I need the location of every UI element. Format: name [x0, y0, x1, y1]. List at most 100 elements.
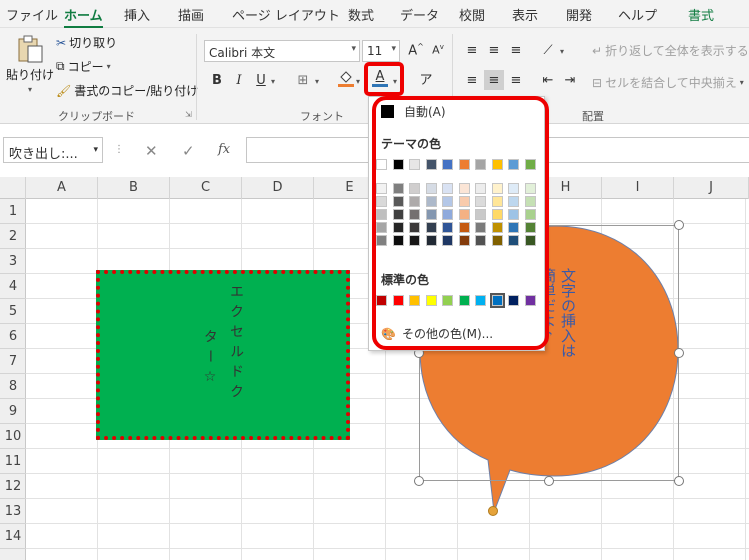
color-swatch[interactable] [508, 222, 519, 233]
chevron-down-icon[interactable]: ▾ [271, 77, 275, 86]
chevron-down-icon[interactable]: ▾ [356, 77, 360, 86]
tab-page-layout[interactable]: ページ レイアウト [232, 5, 340, 24]
color-swatch[interactable] [524, 183, 536, 194]
orientation-button[interactable]: ⟋ [538, 40, 558, 60]
color-swatch[interactable] [376, 235, 387, 246]
check-icon[interactable]: ✓ [182, 142, 195, 160]
font-color-button[interactable]: A [370, 68, 390, 88]
color-swatch[interactable] [376, 159, 387, 170]
tab-draw[interactable]: 描画 [178, 5, 204, 24]
indent-button[interactable]: ⇤ [538, 70, 558, 90]
more-colors-option[interactable]: 🎨 その他の色(M)... [381, 325, 493, 342]
automatic-color-option[interactable]: 自動(A) [381, 103, 446, 120]
tab-file[interactable]: ファイル [6, 5, 58, 24]
resize-handle[interactable] [414, 476, 424, 486]
color-swatch[interactable] [442, 196, 453, 207]
color-swatch[interactable] [425, 222, 437, 233]
align-left-button[interactable]: ≡ [462, 70, 482, 90]
color-swatch[interactable] [409, 183, 420, 194]
color-swatch[interactable] [425, 159, 437, 170]
select-all-corner[interactable] [0, 177, 26, 199]
row-header[interactable]: 4 [0, 274, 26, 299]
color-swatch[interactable] [376, 196, 387, 207]
outdent-button[interactable]: ⇥ [560, 70, 580, 90]
copy-button[interactable]: ⧉ コピー ▾ [56, 58, 111, 75]
color-swatch[interactable] [392, 222, 404, 233]
color-swatch[interactable] [491, 222, 503, 233]
color-swatch[interactable] [392, 235, 404, 246]
color-swatch[interactable] [508, 196, 519, 207]
launcher-icon[interactable]: ⇲ [185, 110, 192, 119]
borders-button[interactable]: ⊞ [293, 70, 313, 90]
paste-button[interactable]: 貼り付け ▾ [6, 34, 54, 94]
color-swatch[interactable] [409, 295, 420, 306]
color-swatch[interactable] [508, 235, 519, 246]
color-swatch[interactable] [475, 159, 486, 170]
row-header[interactable]: 12 [0, 474, 26, 499]
color-swatch[interactable] [442, 235, 453, 246]
chevron-down-icon[interactable]: ▾ [315, 77, 319, 86]
color-swatch[interactable] [458, 183, 470, 194]
color-swatch[interactable] [508, 159, 519, 170]
color-swatch[interactable] [524, 209, 536, 220]
font-family-select[interactable]: Calibri 本文 ▾ [204, 40, 360, 62]
color-swatch[interactable] [392, 295, 404, 306]
color-swatch[interactable] [491, 159, 503, 170]
resize-handle[interactable] [544, 476, 554, 486]
format-painter-button[interactable]: 🖌 書式のコピー/貼り付け [56, 82, 198, 99]
color-swatch[interactable] [508, 183, 519, 194]
color-swatch[interactable] [392, 159, 404, 170]
italic-button[interactable]: I [229, 70, 249, 90]
row-header[interactable]: 10 [0, 424, 26, 449]
color-swatch[interactable] [491, 183, 503, 194]
wrap-text-button[interactable]: ↵ 折り返して全体を表示する [592, 42, 749, 59]
color-swatch[interactable] [475, 183, 486, 194]
align-center-button[interactable]: ≡ [484, 70, 504, 90]
bold-button[interactable]: B [207, 70, 227, 90]
color-swatch[interactable] [524, 235, 536, 246]
column-header[interactable]: J [674, 177, 749, 199]
row-header[interactable]: 6 [0, 324, 26, 349]
color-swatch[interactable] [524, 295, 536, 306]
tab-data[interactable]: データ [400, 5, 439, 24]
color-swatch[interactable] [376, 295, 387, 306]
color-swatch[interactable] [458, 159, 470, 170]
chevron-down-icon[interactable]: ▾ [393, 77, 397, 86]
grow-font-button[interactable]: A^ [406, 40, 426, 60]
tab-formulas[interactable]: 数式 [348, 5, 374, 24]
row-header[interactable]: 1 [0, 199, 26, 224]
color-swatch[interactable] [458, 209, 470, 220]
color-swatch[interactable] [409, 159, 420, 170]
font-size-select[interactable]: 11 ▾ [362, 40, 400, 62]
color-swatch[interactable] [458, 235, 470, 246]
color-swatch[interactable] [392, 196, 404, 207]
color-swatch[interactable] [442, 295, 453, 306]
color-swatch[interactable] [524, 222, 536, 233]
phonetic-button[interactable]: ア [416, 68, 436, 88]
name-box[interactable]: 吹き出し:... ▾ [3, 137, 103, 163]
color-swatch[interactable] [409, 235, 420, 246]
tab-insert[interactable]: 挿入 [124, 5, 150, 24]
color-swatch[interactable] [475, 222, 486, 233]
color-swatch[interactable] [475, 196, 486, 207]
row-header[interactable]: 7 [0, 349, 26, 374]
fill-color-button[interactable] [336, 68, 356, 88]
row-header[interactable]: 5 [0, 299, 26, 324]
row-header[interactable]: 13 [0, 499, 26, 524]
top-align-button[interactable]: ≡ [462, 40, 482, 60]
color-swatch[interactable] [376, 183, 387, 194]
cut-button[interactable]: ✂ 切り取り [56, 34, 117, 51]
adjust-handle[interactable] [488, 506, 498, 516]
cancel-icon[interactable]: ✕ [145, 142, 158, 160]
color-swatch[interactable] [376, 222, 387, 233]
tab-format[interactable]: 書式 [688, 5, 714, 24]
row-header[interactable]: 11 [0, 449, 26, 474]
bottom-align-button[interactable]: ≡ [506, 40, 526, 60]
tab-home[interactable]: ホーム [64, 5, 103, 29]
color-swatch[interactable] [475, 235, 486, 246]
column-header[interactable]: C [170, 177, 242, 199]
color-swatch[interactable] [409, 196, 420, 207]
row-header[interactable]: 14 [0, 524, 26, 549]
color-swatch[interactable] [409, 222, 420, 233]
tab-help[interactable]: ヘルプ [618, 5, 657, 24]
